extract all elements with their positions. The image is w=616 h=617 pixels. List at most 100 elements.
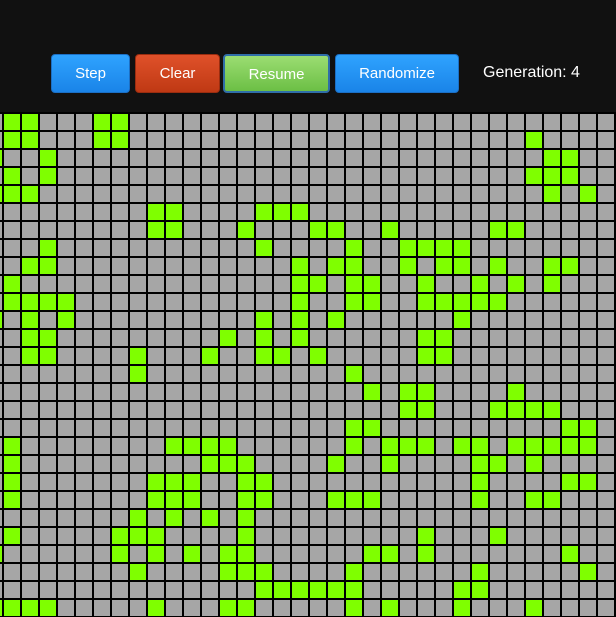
cell-dead[interactable] [166, 402, 182, 418]
cell-dead[interactable] [346, 348, 362, 364]
cell-dead[interactable] [544, 240, 560, 256]
cell-dead[interactable] [40, 222, 56, 238]
cell-alive[interactable] [184, 546, 200, 562]
cell-dead[interactable] [148, 348, 164, 364]
cell-dead[interactable] [436, 438, 452, 454]
cell-dead[interactable] [130, 546, 146, 562]
cell-dead[interactable] [328, 348, 344, 364]
cell-dead[interactable] [130, 222, 146, 238]
cell-dead[interactable] [40, 204, 56, 220]
cell-dead[interactable] [166, 348, 182, 364]
cell-dead[interactable] [238, 330, 254, 346]
cell-dead[interactable] [0, 420, 2, 436]
cell-dead[interactable] [490, 114, 506, 130]
cell-dead[interactable] [184, 402, 200, 418]
cell-alive[interactable] [526, 600, 542, 616]
cell-dead[interactable] [112, 564, 128, 580]
cell-dead[interactable] [220, 582, 236, 598]
cell-dead[interactable] [310, 366, 326, 382]
cell-dead[interactable] [364, 528, 380, 544]
cell-alive[interactable] [436, 240, 452, 256]
cell-dead[interactable] [4, 366, 20, 382]
cell-dead[interactable] [94, 456, 110, 472]
cell-dead[interactable] [58, 546, 74, 562]
cell-dead[interactable] [454, 510, 470, 526]
cell-dead[interactable] [508, 456, 524, 472]
cell-dead[interactable] [94, 186, 110, 202]
cell-dead[interactable] [76, 204, 92, 220]
cell-dead[interactable] [328, 294, 344, 310]
cell-dead[interactable] [364, 366, 380, 382]
cell-alive[interactable] [0, 546, 2, 562]
cell-dead[interactable] [418, 582, 434, 598]
cell-dead[interactable] [436, 186, 452, 202]
cell-dead[interactable] [508, 582, 524, 598]
cell-dead[interactable] [580, 510, 596, 526]
cell-alive[interactable] [112, 114, 128, 130]
cell-dead[interactable] [76, 600, 92, 616]
cell-alive[interactable] [562, 474, 578, 490]
cell-dead[interactable] [112, 384, 128, 400]
cell-dead[interactable] [130, 474, 146, 490]
cell-alive[interactable] [292, 204, 308, 220]
cell-dead[interactable] [328, 546, 344, 562]
cell-dead[interactable] [76, 312, 92, 328]
cell-dead[interactable] [382, 366, 398, 382]
cell-dead[interactable] [202, 258, 218, 274]
cell-dead[interactable] [130, 456, 146, 472]
cell-dead[interactable] [580, 294, 596, 310]
cell-alive[interactable] [418, 294, 434, 310]
cell-dead[interactable] [256, 420, 272, 436]
cell-dead[interactable] [526, 564, 542, 580]
cell-alive[interactable] [454, 312, 470, 328]
cell-dead[interactable] [58, 402, 74, 418]
cell-dead[interactable] [580, 582, 596, 598]
cell-dead[interactable] [94, 492, 110, 508]
cell-dead[interactable] [274, 186, 290, 202]
cell-dead[interactable] [184, 258, 200, 274]
cell-dead[interactable] [0, 474, 2, 490]
cell-dead[interactable] [364, 258, 380, 274]
cell-alive[interactable] [130, 564, 146, 580]
cell-alive[interactable] [526, 438, 542, 454]
cell-dead[interactable] [400, 114, 416, 130]
cell-dead[interactable] [346, 150, 362, 166]
cell-dead[interactable] [148, 258, 164, 274]
cell-alive[interactable] [544, 150, 560, 166]
cell-dead[interactable] [454, 456, 470, 472]
cell-dead[interactable] [580, 222, 596, 238]
cell-dead[interactable] [76, 510, 92, 526]
cell-alive[interactable] [580, 186, 596, 202]
cell-dead[interactable] [454, 564, 470, 580]
cell-dead[interactable] [274, 168, 290, 184]
cell-alive[interactable] [472, 474, 488, 490]
cell-dead[interactable] [508, 420, 524, 436]
cell-dead[interactable] [508, 348, 524, 364]
cell-dead[interactable] [598, 276, 614, 292]
cell-dead[interactable] [184, 420, 200, 436]
cell-alive[interactable] [400, 240, 416, 256]
cell-alive[interactable] [364, 546, 380, 562]
cell-dead[interactable] [310, 600, 326, 616]
cell-alive[interactable] [310, 276, 326, 292]
cell-dead[interactable] [508, 114, 524, 130]
cell-dead[interactable] [166, 276, 182, 292]
cell-dead[interactable] [76, 402, 92, 418]
cell-dead[interactable] [490, 474, 506, 490]
cell-alive[interactable] [526, 168, 542, 184]
cell-dead[interactable] [166, 582, 182, 598]
cell-alive[interactable] [508, 384, 524, 400]
cell-dead[interactable] [328, 600, 344, 616]
cell-dead[interactable] [310, 402, 326, 418]
cell-alive[interactable] [220, 600, 236, 616]
cell-dead[interactable] [454, 276, 470, 292]
cell-dead[interactable] [346, 510, 362, 526]
cell-alive[interactable] [274, 348, 290, 364]
cell-dead[interactable] [562, 330, 578, 346]
cell-dead[interactable] [166, 186, 182, 202]
cell-dead[interactable] [310, 132, 326, 148]
cell-dead[interactable] [22, 546, 38, 562]
cell-alive[interactable] [454, 600, 470, 616]
cell-alive[interactable] [4, 600, 20, 616]
cell-dead[interactable] [472, 132, 488, 148]
